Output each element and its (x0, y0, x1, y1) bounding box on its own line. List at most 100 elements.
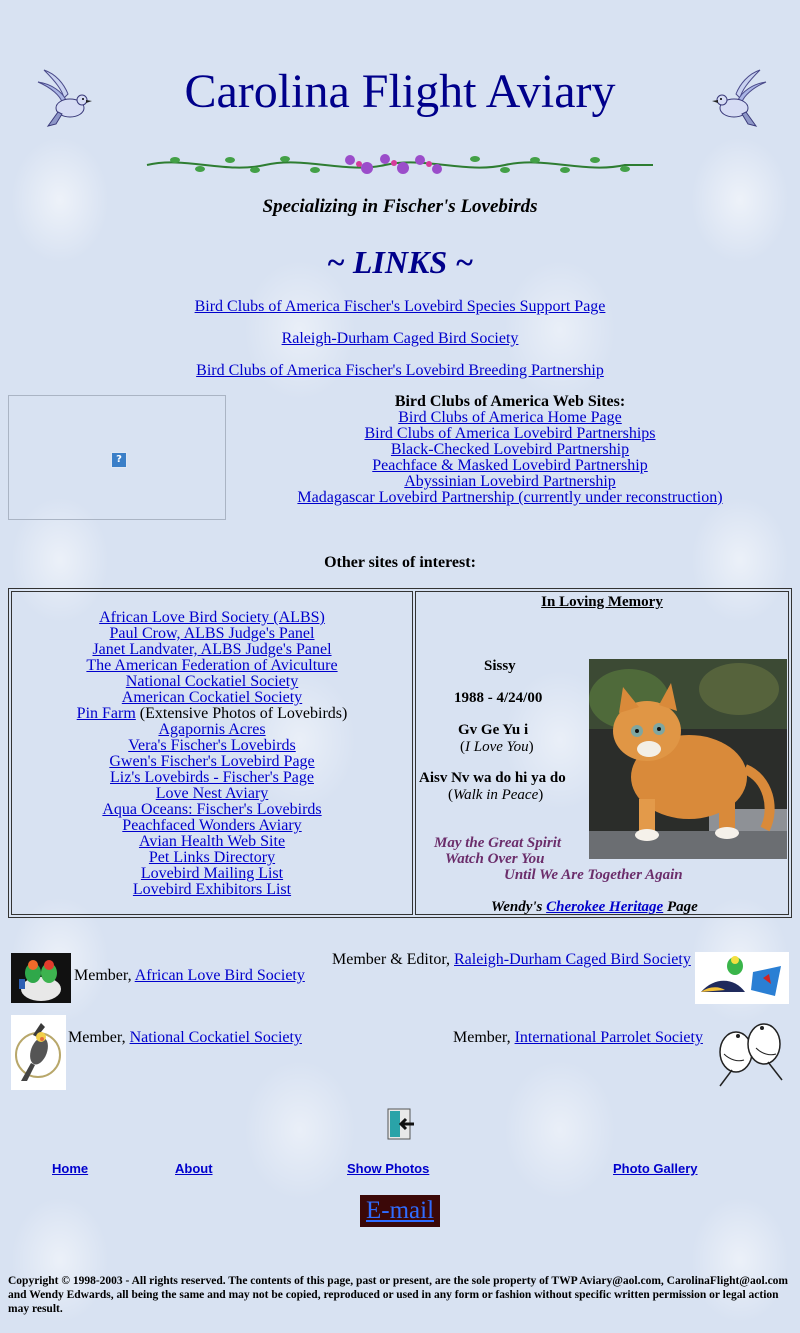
other-site-link[interactable]: National Cockatiel Society (126, 673, 298, 690)
other-site-item: Janet Landvater, ALBS Judge's Panel (12, 642, 412, 658)
vine-divider-image (145, 148, 655, 187)
tagline: Specializing in Fischer's Lovebirds (262, 196, 538, 217)
top-link-row: Raleigh-Durham Caged Bird Society (0, 330, 800, 348)
phrase-2-translation-text: Walk in Peace (453, 787, 539, 803)
spirit-line-3: Until We Are Together Again (504, 867, 683, 883)
nav-home-link[interactable]: Home (52, 1161, 88, 1176)
links-heading: ~ LINKS ~ (326, 244, 474, 280)
other-site-item: Agapornis Acres (12, 722, 412, 738)
phrase-1-translation-text: I Love You (465, 739, 529, 755)
other-site-link[interactable]: Avian Health Web Site (139, 833, 285, 850)
other-site-link[interactable]: Lovebird Exhibitors List (133, 881, 291, 898)
rdcbs-membership: Member & Editor, Raleigh-Durham Caged Bi… (332, 951, 691, 969)
ips-logo (712, 1014, 788, 1093)
cherokee-phrase-2: Aisv Nv wa do hi ya do (419, 770, 566, 786)
other-site-link[interactable]: Agapornis Acres (158, 721, 265, 738)
other-site-link[interactable]: Love Nest Aviary (156, 785, 269, 802)
site-title: Carolina Flight Aviary (184, 65, 616, 118)
link-boca-home[interactable]: Bird Clubs of America Home Page (398, 409, 622, 426)
memory-title: In Loving Memory (541, 594, 663, 610)
other-site-link[interactable]: Gwen's Fischer's Lovebird Page (109, 753, 314, 770)
other-site-link[interactable]: Vera's Fischer's Lovebirds (128, 737, 296, 754)
other-site-item: Pet Links Directory (12, 850, 412, 866)
other-sites-list: African Love Bird Society (ALBS) Paul Cro… (12, 610, 412, 898)
cherokee-phrase-1: Gv Ge Yu i (458, 722, 529, 738)
other-site-link[interactable]: Janet Landvater, ALBS Judge's Panel (92, 641, 331, 658)
broken-image-placeholder: ? (8, 395, 226, 520)
other-site-item: Peachfaced Wonders Aviary (12, 818, 412, 834)
other-site-link[interactable]: Aqua Oceans: Fischer's Lovebirds (102, 801, 321, 818)
other-site-item: Lovebird Exhibitors List (12, 882, 412, 898)
other-site-item: Lovebird Mailing List (12, 866, 412, 882)
nav-show-photos-link[interactable]: Show Photos (347, 1161, 429, 1176)
link-raleigh-durham-caged-bird-society-member[interactable]: Raleigh-Durham Caged Bird Society (454, 951, 691, 968)
link-abyssinian-partnership[interactable]: Abyssinian Lovebird Partnership (404, 473, 616, 490)
other-site-note: (Extensive Photos of Lovebirds) (135, 705, 348, 722)
link-boca-fischers-species-support[interactable]: Bird Clubs of America Fischer's Lovebird… (195, 298, 606, 315)
top-link-row: Bird Clubs of America Fischer's Lovebird… (0, 362, 800, 380)
other-site-link[interactable]: Pet Links Directory (149, 849, 275, 866)
nav-about-link[interactable]: About (175, 1161, 213, 1176)
link-cherokee-heritage[interactable]: Cherokee Heritage (546, 899, 663, 915)
other-site-item: Love Nest Aviary (12, 786, 412, 802)
other-site-item: Pin Farm (Extensive Photos of Lovebirds) (12, 706, 412, 722)
other-site-item: Paul Crow, ALBS Judge's Panel (12, 626, 412, 642)
boca-heading: Bird Clubs of America Web Sites: (394, 393, 626, 410)
link-black-checked-partnership[interactable]: Black-Checked Lovebird Partnership (391, 441, 629, 458)
link-african-love-bird-society[interactable]: African Love Bird Society (135, 967, 305, 984)
copyright-notice: Copyright © 1998-2003 - All rights reser… (8, 1275, 789, 1315)
rdcbs-logo (695, 952, 789, 1009)
vine-divider-icon (146, 154, 653, 174)
orange-cat-image (589, 659, 787, 859)
boca-links-block: Bird Clubs of America Web Sites: Bird Cl… (280, 394, 740, 506)
link-raleigh-durham-caged-bird-society[interactable]: Raleigh-Durham Caged Bird Society (282, 330, 519, 347)
other-site-link[interactable]: Paul Crow, ALBS Judge's Panel (110, 625, 315, 642)
other-site-link[interactable]: Pin Farm (77, 705, 136, 722)
pet-dates: 1988 - 4/24/00 (454, 690, 543, 706)
pet-name: Sissy (484, 658, 516, 674)
albs-logo (11, 953, 71, 1008)
link-madagascar-partnership[interactable]: Madagascar Lovebird Partnership (current… (297, 489, 722, 506)
link-national-cockatiel-society-member[interactable]: National Cockatiel Society (130, 1029, 302, 1046)
phrase-2-translation: (Walk in Peace) (448, 787, 544, 803)
cockatiel-logo-icon (11, 1015, 66, 1090)
sites-table: African Love Bird Society (ALBS) Paul Cro… (8, 588, 792, 918)
broken-image-icon: ? (111, 452, 127, 468)
phrase-1-translation: (I Love You) (460, 739, 534, 755)
ncs-logo (11, 1015, 66, 1095)
spirit-line-2: Watch Over You (445, 851, 545, 867)
other-site-item: The American Federation of Aviculture (12, 658, 412, 674)
cat-photo (589, 659, 787, 859)
other-site-link[interactable]: The American Federation of Aviculture (86, 657, 337, 674)
other-site-item: American Cockatiel Society (12, 690, 412, 706)
other-site-link[interactable]: African Love Bird Society (ALBS) (99, 609, 325, 626)
other-site-item: African Love Bird Society (ALBS) (12, 610, 412, 626)
other-site-item: Vera's Fischer's Lovebirds (12, 738, 412, 754)
lovebirds-logo-icon (11, 953, 71, 1003)
email-button[interactable]: E-mail (360, 1195, 440, 1227)
ips-member-prefix: Member, (453, 1029, 511, 1046)
heritage-suffix: Page (666, 899, 698, 915)
other-site-link[interactable]: Liz's Lovebirds - Fischer's Page (110, 769, 314, 786)
other-site-link[interactable]: American Cockatiel Society (122, 689, 302, 706)
albs-member-prefix: Member, (74, 967, 132, 984)
parrotlets-logo-icon (719, 1023, 783, 1087)
other-site-link[interactable]: Peachfaced Wonders Aviary (122, 817, 301, 834)
rdcbs-member-prefix: Member & Editor, (332, 951, 450, 968)
other-site-item: Avian Health Web Site (12, 834, 412, 850)
other-sites-heading: Other sites of interest: (324, 554, 476, 571)
link-international-parrolet-society[interactable]: International Parrolet Society (515, 1029, 703, 1046)
memory-cell: In Loving Memory Sissy 1988 - 4/24/00 Gv… (415, 591, 789, 915)
other-site-item: Aqua Oceans: Fischer's Lovebirds (12, 802, 412, 818)
spirit-line-1: May the Great Spirit (434, 835, 562, 851)
parrots-logo-icon (695, 952, 789, 1004)
ips-membership: Member, International Parrolet Society (453, 1029, 703, 1047)
link-peachface-masked-partnership[interactable]: Peachface & Masked Lovebird Partnership (372, 457, 647, 474)
other-site-link[interactable]: Lovebird Mailing List (141, 865, 283, 882)
exit-door-icon[interactable] (384, 1107, 416, 1141)
other-sites-cell: African Love Bird Society (ALBS) Paul Cro… (11, 591, 413, 915)
link-boca-lovebird-partnerships[interactable]: Bird Clubs of America Lovebird Partnersh… (364, 425, 655, 442)
heritage-line: Wendy's Cherokee Heritage Page (491, 899, 698, 916)
link-boca-fischers-breeding-partnership[interactable]: Bird Clubs of America Fischer's Lovebird… (196, 362, 604, 379)
nav-photo-gallery-link[interactable]: Photo Gallery (613, 1161, 698, 1176)
